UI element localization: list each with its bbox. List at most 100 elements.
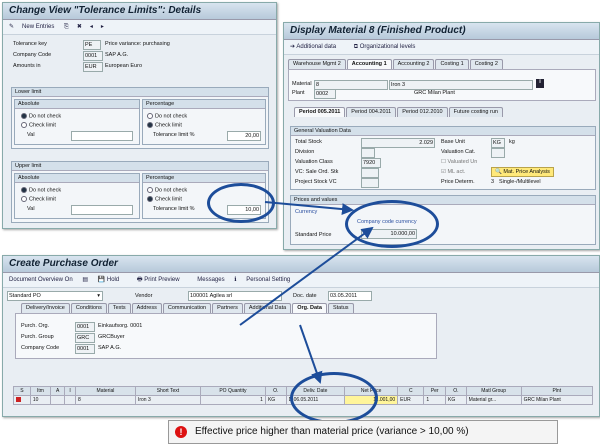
tab-warehouse-mgmt-2[interactable]: Warehouse Mgmt 2	[288, 59, 346, 69]
material-desc-field[interactable]: Iron 3	[389, 80, 533, 90]
lower-val-field[interactable]	[71, 131, 133, 141]
purch-org-field[interactable]: 0001	[75, 322, 95, 332]
grid-header[interactable]: Short Text	[134, 386, 201, 396]
grid-cell[interactable]: Material gr...	[465, 395, 522, 405]
tab-future-costing-run[interactable]: Future costing run	[448, 107, 503, 117]
total-stock-field[interactable]: 2.029	[361, 138, 435, 148]
amounts-in-field[interactable]: EUR	[83, 62, 103, 72]
radio-icon[interactable]	[21, 122, 27, 128]
ml-act-checkbox[interactable]: ☑ ML act.	[441, 169, 465, 175]
tab-accounting-2[interactable]: Accounting 2	[392, 59, 435, 69]
radio-icon[interactable]	[147, 113, 153, 119]
grid-cell[interactable]	[50, 395, 66, 405]
prev-icon[interactable]: ◂	[90, 24, 93, 30]
help-icon[interactable]: ℹ	[234, 277, 236, 283]
amounts-in-label: Amounts in	[13, 63, 41, 69]
grid-header[interactable]: Material	[74, 386, 136, 396]
grid-cell[interactable]: 1	[423, 395, 446, 405]
radio-icon[interactable]	[21, 196, 27, 202]
grid-cell[interactable]: 1	[199, 395, 266, 405]
upper-pct-check-limit[interactable]: Check limit	[147, 196, 182, 202]
radio-icon[interactable]	[21, 187, 27, 193]
tab-accounting-1[interactable]: Accounting 1	[346, 59, 392, 69]
project-stock-field[interactable]	[361, 178, 379, 188]
valuation-class-field[interactable]: 7920	[361, 158, 381, 168]
tab-address[interactable]: Address	[131, 303, 162, 313]
vc-sales-field[interactable]	[361, 168, 379, 178]
tab-communication[interactable]: Communication	[162, 303, 212, 313]
radio-icon[interactable]	[147, 196, 153, 202]
upper-check-limit[interactable]: Check limit	[21, 196, 56, 202]
radio-icon[interactable]	[147, 122, 153, 128]
grid-cell[interactable]: GRC Milan Plant	[520, 395, 594, 405]
upper-val-field[interactable]	[71, 205, 133, 215]
grid-header[interactable]: O.	[264, 386, 287, 396]
purch-group-field[interactable]: GRC	[75, 333, 95, 343]
grid-cell[interactable]: KG	[445, 395, 467, 405]
grid-header[interactable]: Itm	[29, 386, 52, 396]
other-icon[interactable]: ▤	[82, 277, 88, 283]
tab-status[interactable]: Status	[327, 303, 354, 313]
lower-tol-field[interactable]: 20,00	[227, 131, 261, 141]
grid-cell[interactable]: EUR	[397, 395, 425, 405]
vendor-field[interactable]: 100001 Agilea srl	[188, 291, 282, 301]
next-icon[interactable]: ▸	[101, 24, 104, 30]
grid-header[interactable]: A	[50, 386, 66, 396]
company-code-po-field[interactable]: 0001	[75, 344, 95, 354]
grid-header[interactable]: PO Quantity	[199, 386, 266, 396]
plant-field[interactable]: 0002	[314, 89, 336, 99]
grid-header[interactable]: Per	[423, 386, 446, 396]
grid-header[interactable]: O.	[445, 386, 467, 396]
tab-org-data[interactable]: Org. Data	[292, 303, 327, 313]
radio-icon[interactable]	[21, 113, 27, 119]
personal-setting-button[interactable]: Personal Setting	[246, 277, 290, 283]
grid-header[interactable]: S	[13, 386, 31, 396]
info-icon[interactable]: i	[536, 79, 544, 88]
upper-pct-do-not-check[interactable]: Do not check	[147, 187, 187, 193]
doc-type-select[interactable]: Standard PO ▾	[7, 291, 103, 301]
valuated-un-checkbox[interactable]: ☐ Valuated Un	[441, 159, 477, 165]
grid-header[interactable]: C	[397, 386, 425, 396]
radio-icon[interactable]	[147, 187, 153, 193]
document-overview-button[interactable]: Document Overview On	[9, 277, 73, 283]
grid-cell[interactable]	[64, 395, 76, 405]
upper-do-not-check[interactable]: Do not check	[21, 187, 61, 193]
lower-pct-check-limit[interactable]: Check limit	[147, 122, 182, 128]
tab-costing-2[interactable]: Costing 2	[469, 59, 503, 69]
tab-additional-data[interactable]: Additional Data	[243, 303, 292, 313]
base-unit-field[interactable]: KG	[491, 138, 505, 148]
tab-period-004-2011[interactable]: Period 004.2011	[346, 107, 397, 117]
tolerance-key-field[interactable]: PE	[83, 40, 101, 50]
grid-cell[interactable]: 8	[74, 395, 136, 405]
doc-date-field[interactable]: 03.05.2011	[328, 291, 372, 301]
tab-conditions[interactable]: Conditions	[70, 303, 107, 313]
lower-do-not-check[interactable]: Do not check	[21, 113, 61, 119]
lower-pct-do-not-check[interactable]: Do not check	[147, 113, 187, 119]
tab-period-012-2010[interactable]: Period 012.2010	[397, 107, 448, 117]
grid-cell[interactable]: Iron 3	[134, 395, 201, 405]
division-field[interactable]	[361, 148, 375, 158]
org-levels-button[interactable]: ⧉ Organizational levels	[354, 44, 424, 50]
messages-button[interactable]: Messages	[197, 277, 224, 283]
valuation-cat-field[interactable]	[491, 148, 505, 158]
lower-check-limit[interactable]: Check limit	[21, 122, 56, 128]
delete-icon[interactable]: ✖	[77, 24, 82, 30]
grid-header[interactable]: Plnt	[520, 386, 594, 396]
additional-data-button[interactable]: ➔ Additional data	[290, 44, 344, 50]
copy-icon[interactable]: ⎘	[64, 24, 69, 30]
tab-delivery-invoice[interactable]: Delivery/Invoice	[21, 303, 70, 313]
grid-cell[interactable]: 10	[29, 395, 52, 405]
tab-partners[interactable]: Partners	[212, 303, 243, 313]
tab-texts[interactable]: Texts	[107, 303, 131, 313]
company-code-field[interactable]: 0001	[83, 51, 103, 61]
grid-header[interactable]: I	[64, 386, 76, 396]
tab-costing-1[interactable]: Costing 1	[435, 59, 469, 69]
new-entries-button[interactable]: New Entries	[22, 24, 54, 30]
grid-header[interactable]: Matl Group	[465, 386, 522, 396]
grid-cell[interactable]: KG	[264, 395, 287, 405]
hold-button[interactable]: 💾 Hold	[98, 277, 127, 283]
pencil-icon[interactable]: ✎	[9, 24, 14, 30]
mat-price-analysis-button[interactable]: 🔍 Mat. Price Analysis	[491, 167, 554, 177]
print-preview-button[interactable]: 🖶 Print Preview	[137, 277, 188, 283]
tab-period-005-2011[interactable]: Period 005.2011	[294, 107, 346, 117]
